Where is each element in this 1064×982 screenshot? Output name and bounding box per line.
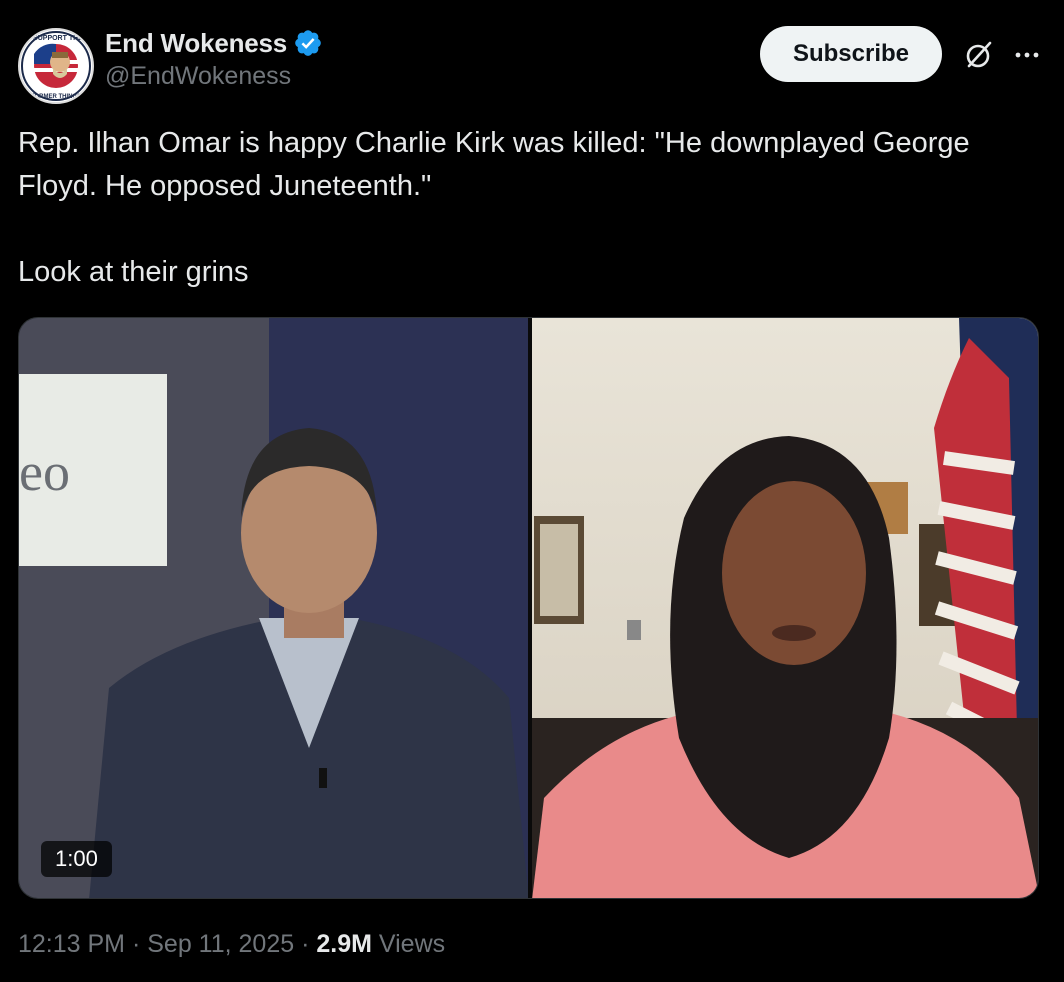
video-duration-badge: 1:00 bbox=[41, 841, 112, 877]
video-player[interactable]: eo 1:00 bbox=[18, 317, 1039, 899]
meta-separator-1: · bbox=[125, 930, 148, 958]
tweet-date[interactable]: Sep 11, 2025 bbox=[147, 930, 294, 959]
author-display-name[interactable]: End Wokeness bbox=[105, 28, 287, 59]
grok-icon[interactable] bbox=[962, 38, 996, 72]
tweet-text-line-1: Rep. Ilhan Omar is happy Charlie Kirk wa… bbox=[18, 127, 978, 202]
verified-badge-icon bbox=[295, 30, 321, 56]
subscribe-button[interactable]: Subscribe bbox=[760, 26, 942, 82]
author-names: End Wokeness @EndWokeness bbox=[105, 26, 323, 91]
tweet-text-line-2: Look at their grins bbox=[18, 256, 249, 288]
author-avatar[interactable]: I SUPPORT THE FORMER THINGS bbox=[18, 28, 94, 104]
tweet-time[interactable]: 12:13 PM bbox=[18, 930, 125, 959]
avatar-ring-text-bottom: FORMER THINGS bbox=[31, 94, 81, 100]
author-handle[interactable]: @EndWokeness bbox=[105, 62, 323, 91]
avatar-ring-text-top: I SUPPORT THE bbox=[29, 35, 83, 42]
meta-separator-2: · bbox=[294, 930, 317, 958]
tweet-header: I SUPPORT THE FORMER THINGS End Wokeness… bbox=[18, 26, 1046, 104]
studio-sign-text: eo bbox=[19, 442, 70, 502]
patriotic-badge-icon: I SUPPORT THE FORMER THINGS bbox=[21, 31, 91, 101]
tweet-text: Rep. Ilhan Omar is happy Charlie Kirk wa… bbox=[18, 122, 1048, 294]
display-name-row: End Wokeness bbox=[105, 26, 323, 60]
more-dots-icon[interactable] bbox=[1010, 38, 1044, 72]
views-label: Views bbox=[371, 930, 446, 958]
tweet-meta: 12:13 PM · Sep 11, 2025 · 2.9M Views bbox=[18, 930, 445, 959]
views-count[interactable]: 2.9M bbox=[316, 930, 372, 959]
video-thumbnail: eo bbox=[19, 318, 1038, 898]
